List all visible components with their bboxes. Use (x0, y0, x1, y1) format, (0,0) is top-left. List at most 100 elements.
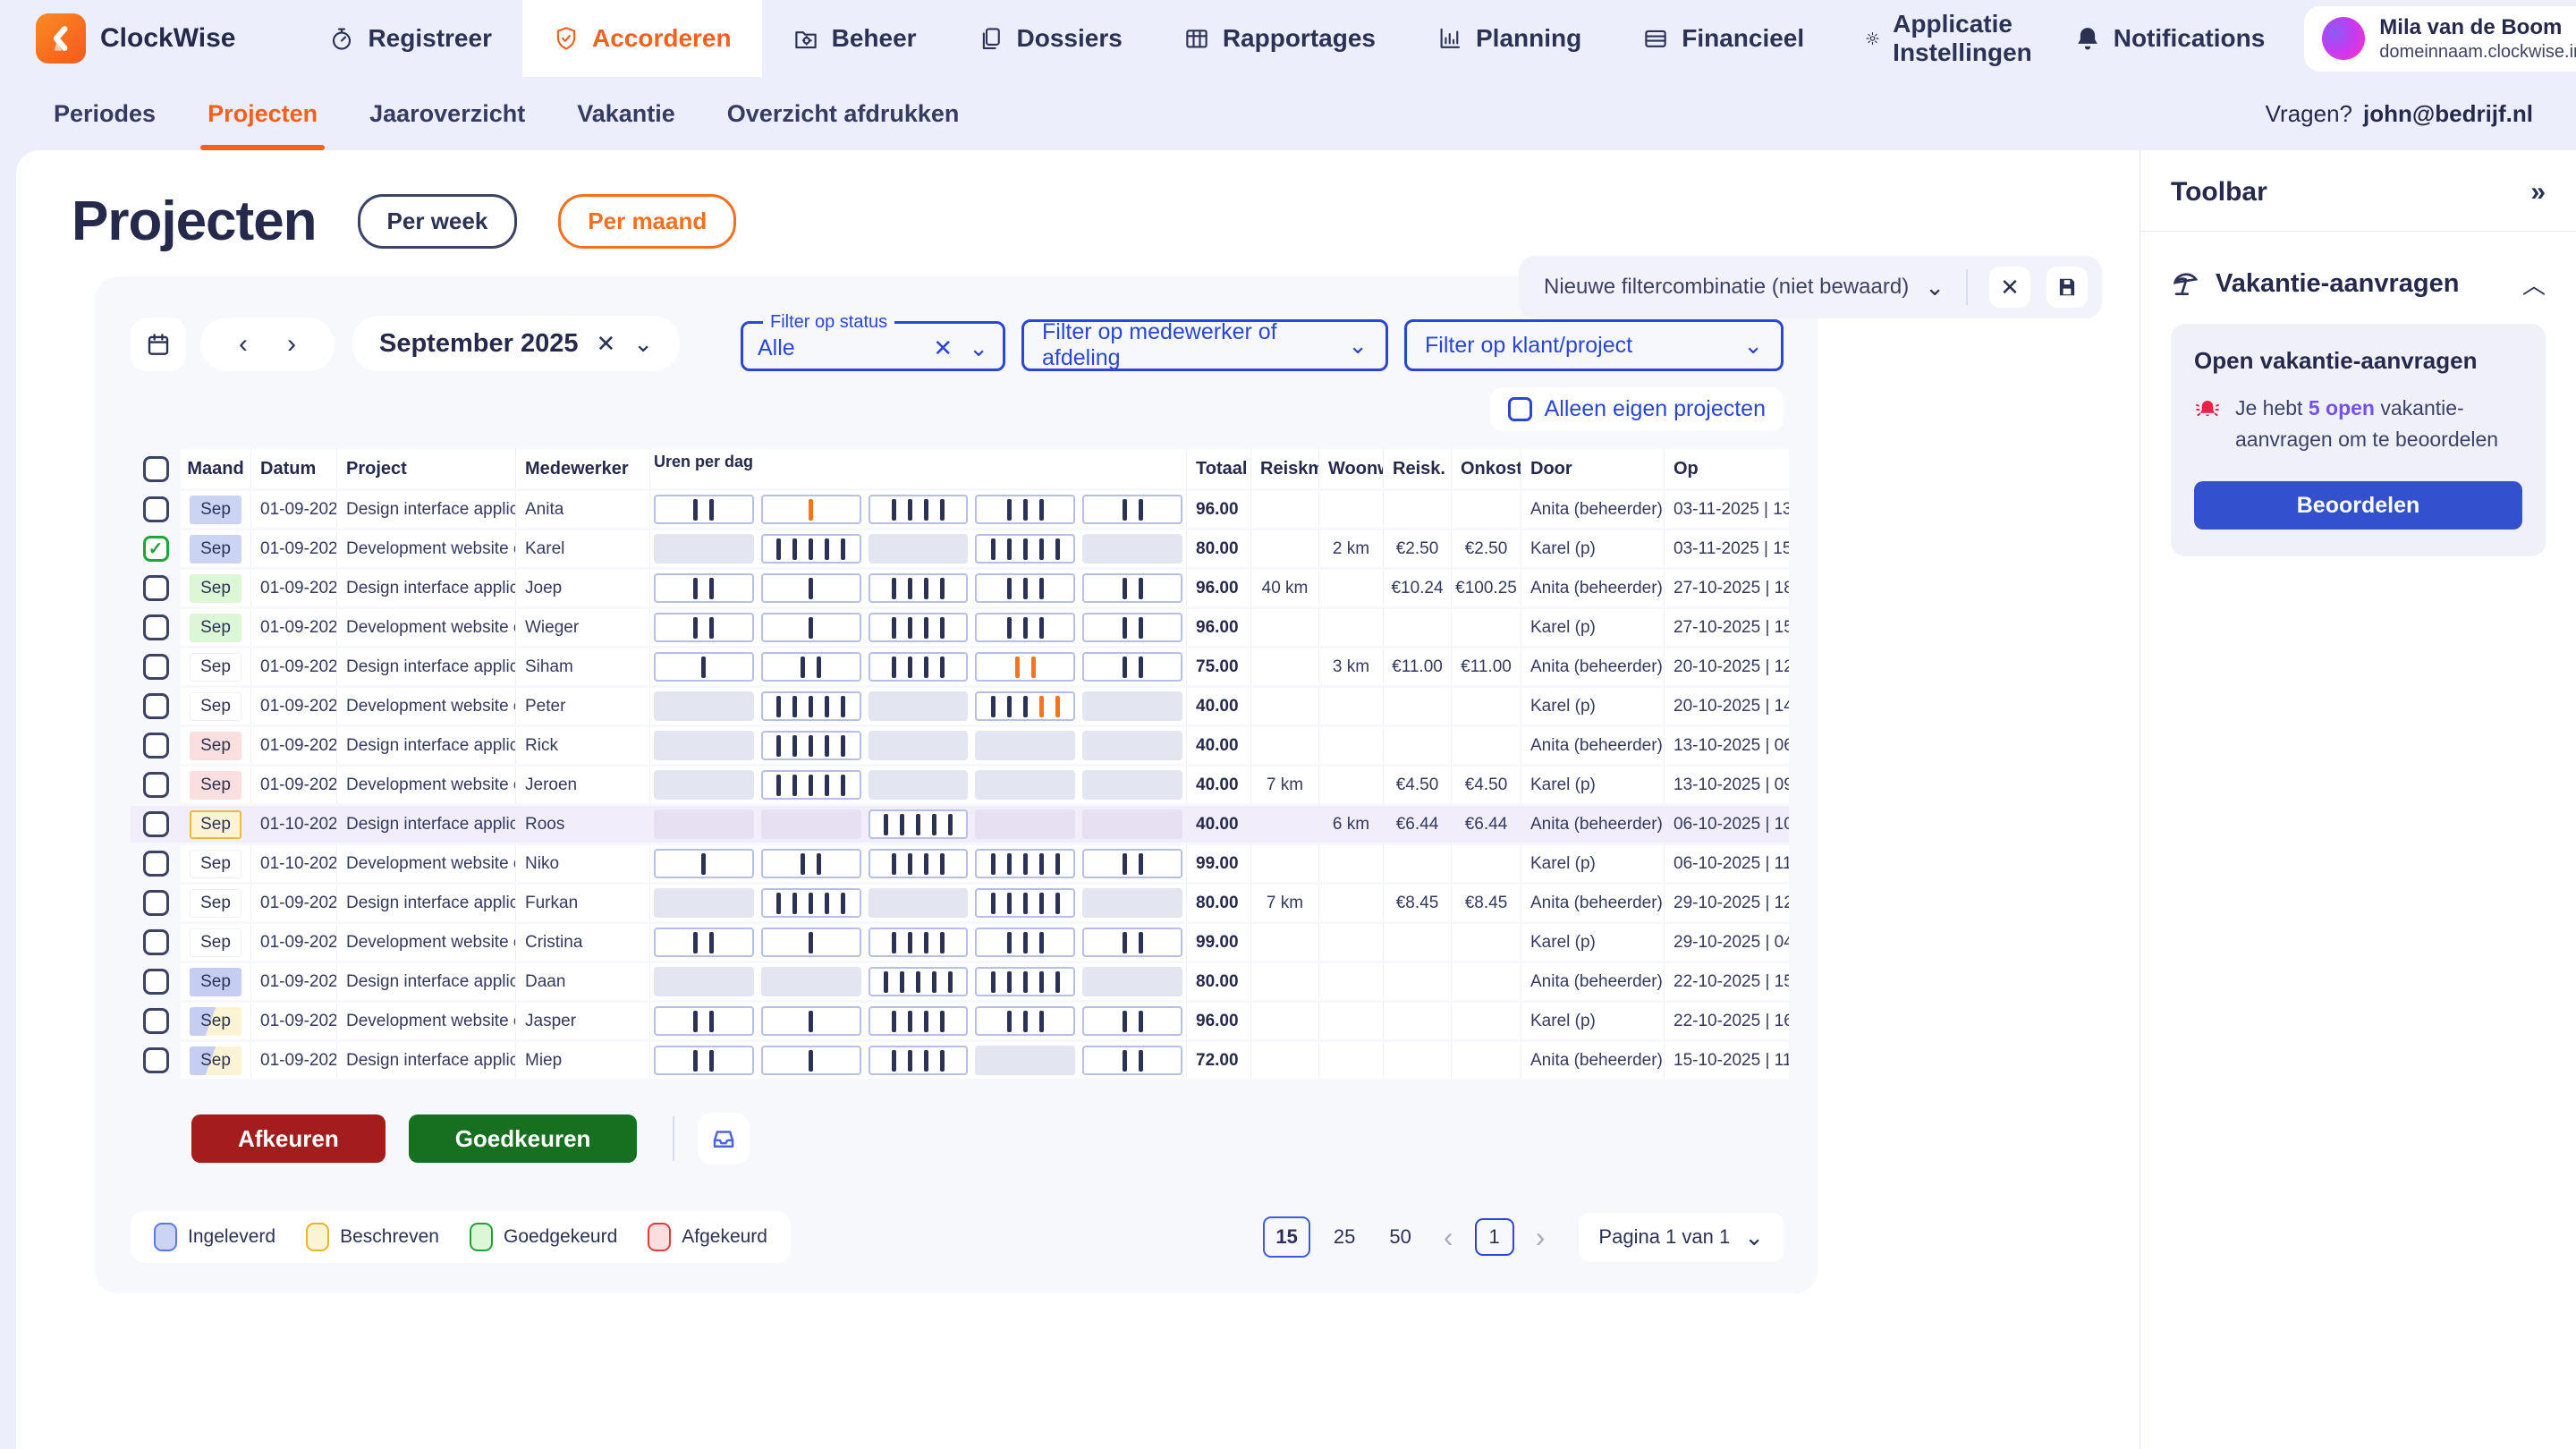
user-menu[interactable]: Mila van de Boom domeinnaam.clockwise.in… (2304, 6, 2576, 72)
own-projects-toggle[interactable]: Alleen eigen projecten (1490, 387, 1784, 431)
cell-onkost: €6.44 (1451, 806, 1521, 843)
nav-item-beheer[interactable]: Beheer (762, 0, 947, 77)
col-maand: Maand (181, 449, 250, 488)
tab-periodes[interactable]: Periodes (54, 77, 156, 150)
cell-door: Anita (beheerder) (1521, 885, 1664, 921)
row-checkbox[interactable] (143, 969, 169, 995)
cell-maand: Sep (181, 1042, 250, 1079)
next-month-button[interactable]: › (287, 329, 296, 360)
week-cell (654, 495, 754, 524)
cell-project: Development website en app (336, 1003, 515, 1039)
cell-woonw (1318, 845, 1383, 882)
row-checkbox[interactable] (143, 811, 169, 837)
cell-door: Karel (p) (1521, 845, 1664, 882)
row-checkbox[interactable] (143, 614, 169, 640)
hour-tick (693, 617, 698, 639)
help-link[interactable]: Vragen? john@bedrijf.nl (2266, 100, 2533, 128)
nav-item-label: Accorderen (592, 24, 732, 53)
row-checkbox[interactable] (143, 575, 169, 601)
month-label: September 2025 (379, 329, 578, 359)
tab-vakantie[interactable]: Vakantie (577, 77, 675, 150)
table-row: Sep01-09-2025Development website en appW… (131, 609, 1784, 646)
cell-reiskm: 40 km (1250, 570, 1318, 606)
notifications-button[interactable]: Notifications (2074, 24, 2266, 53)
row-checkbox[interactable] (143, 929, 169, 955)
cell-op: 22-10-2025 | 15:15 (1664, 963, 1789, 1000)
row-checkbox[interactable] (143, 851, 169, 877)
review-button[interactable]: Beoordelen (2194, 481, 2522, 530)
per-maand-button[interactable]: Per maand (558, 194, 736, 249)
hour-tick (1139, 657, 1143, 678)
row-checkbox[interactable] (143, 890, 169, 916)
own-projects-checkbox[interactable] (1508, 397, 1532, 421)
chevron-up-icon[interactable]: ︿ (2522, 267, 2546, 301)
vacation-section-header[interactable]: Vakantie-aanvragen ︿ (2171, 267, 2546, 301)
per-week-button[interactable]: Per week (358, 194, 518, 249)
week-cell (1082, 928, 1182, 957)
chevron-down-icon[interactable]: ⌄ (969, 335, 988, 362)
next-page-button[interactable]: › (1536, 1221, 1546, 1254)
tab-overzicht-afdrukken[interactable]: Overzicht afdrukken (727, 77, 960, 150)
hour-tick (1139, 853, 1143, 875)
row-checkbox[interactable] (143, 1047, 169, 1073)
tab-projecten[interactable]: Projecten (208, 77, 318, 150)
week-cell (869, 1006, 969, 1036)
client-filter[interactable]: Filter op klant/project ⌄ (1404, 319, 1784, 371)
cell-woonw (1318, 885, 1383, 921)
page-size-50[interactable]: 50 (1378, 1218, 1421, 1256)
page-info[interactable]: Pagina 1 van 1 ⌄ (1579, 1213, 1784, 1262)
row-checkbox[interactable] (143, 1008, 169, 1034)
tab-jaaroverzicht[interactable]: Jaaroverzicht (369, 77, 525, 150)
chevron-down-icon[interactable]: ⌄ (633, 330, 653, 358)
avatar (2322, 17, 2365, 60)
nav-item-registreer[interactable]: Registreer (298, 0, 522, 77)
filter-group: Filter op status Alle ✕ ⌄ Filter op mede… (741, 312, 1784, 371)
select-all-checkbox[interactable] (143, 456, 169, 482)
row-checkbox[interactable] (143, 772, 169, 798)
chevron-down-icon[interactable]: ⌄ (1925, 274, 1945, 301)
filter-combo-label[interactable]: Nieuwe filtercombinatie (niet bewaard) (1544, 275, 1909, 300)
week-cell-empty (869, 731, 969, 760)
row-checkbox[interactable] (143, 693, 169, 719)
nav-item-accorderen[interactable]: Accorderen (522, 0, 762, 77)
month-badge: Sep (190, 889, 242, 918)
brand[interactable]: ClockWise (36, 0, 235, 77)
employee-filter[interactable]: Filter op medewerker of afdeling ⌄ (1021, 319, 1388, 371)
current-page-button[interactable]: 1 (1475, 1218, 1514, 1256)
approve-button[interactable]: Goedkeuren (409, 1114, 638, 1163)
week-cell (975, 534, 1075, 564)
prev-month-button[interactable]: ‹ (239, 329, 248, 360)
hour-tick (792, 775, 797, 796)
nav-item-planning[interactable]: Planning (1406, 0, 1612, 77)
row-checkbox[interactable] (143, 654, 169, 680)
row-checkbox[interactable]: ✓ (143, 536, 169, 562)
page-size-15[interactable]: 15 (1263, 1216, 1309, 1258)
table-row: Sep01-09-2025Design interface applicatie… (131, 727, 1784, 764)
calendar-button[interactable] (131, 318, 186, 371)
hour-tick (892, 578, 896, 599)
cell-datum: 01-09-2025 (250, 491, 336, 528)
cell-datum: 01-09-2025 (250, 1042, 336, 1079)
hour-tick (940, 657, 945, 678)
reject-button[interactable]: Afkeuren (191, 1114, 386, 1163)
row-checkbox[interactable] (143, 733, 169, 758)
clear-month-icon[interactable]: ✕ (596, 330, 615, 358)
hour-tick (940, 853, 945, 875)
week-cell (761, 731, 861, 760)
prev-page-button[interactable]: ‹ (1444, 1221, 1453, 1254)
month-selector[interactable]: September 2025 ✕ ⌄ (352, 316, 680, 371)
clear-filter-button[interactable]: ✕ (1989, 267, 2030, 308)
page-size-25[interactable]: 25 (1323, 1218, 1366, 1256)
archive-button[interactable] (698, 1113, 750, 1165)
status-filter[interactable]: Filter op status Alle ✕ ⌄ (741, 312, 1005, 371)
nav-item-financieel[interactable]: Financieel (1612, 0, 1835, 77)
save-filter-button[interactable] (2046, 267, 2088, 308)
cell-totaal: 40.00 (1186, 806, 1250, 843)
collapse-sidebar-icon[interactable]: » (2530, 177, 2546, 208)
nav-item-rapportages[interactable]: Rapportages (1153, 0, 1406, 77)
cell-reisk: €11.00 (1383, 648, 1451, 685)
nav-item-dossiers[interactable]: Dossiers (947, 0, 1153, 77)
clear-status-icon[interactable]: ✕ (933, 335, 953, 362)
nav-item-applicatie-instellingen[interactable]: Applicatie Instellingen (1835, 0, 2074, 77)
row-checkbox[interactable] (143, 496, 169, 522)
